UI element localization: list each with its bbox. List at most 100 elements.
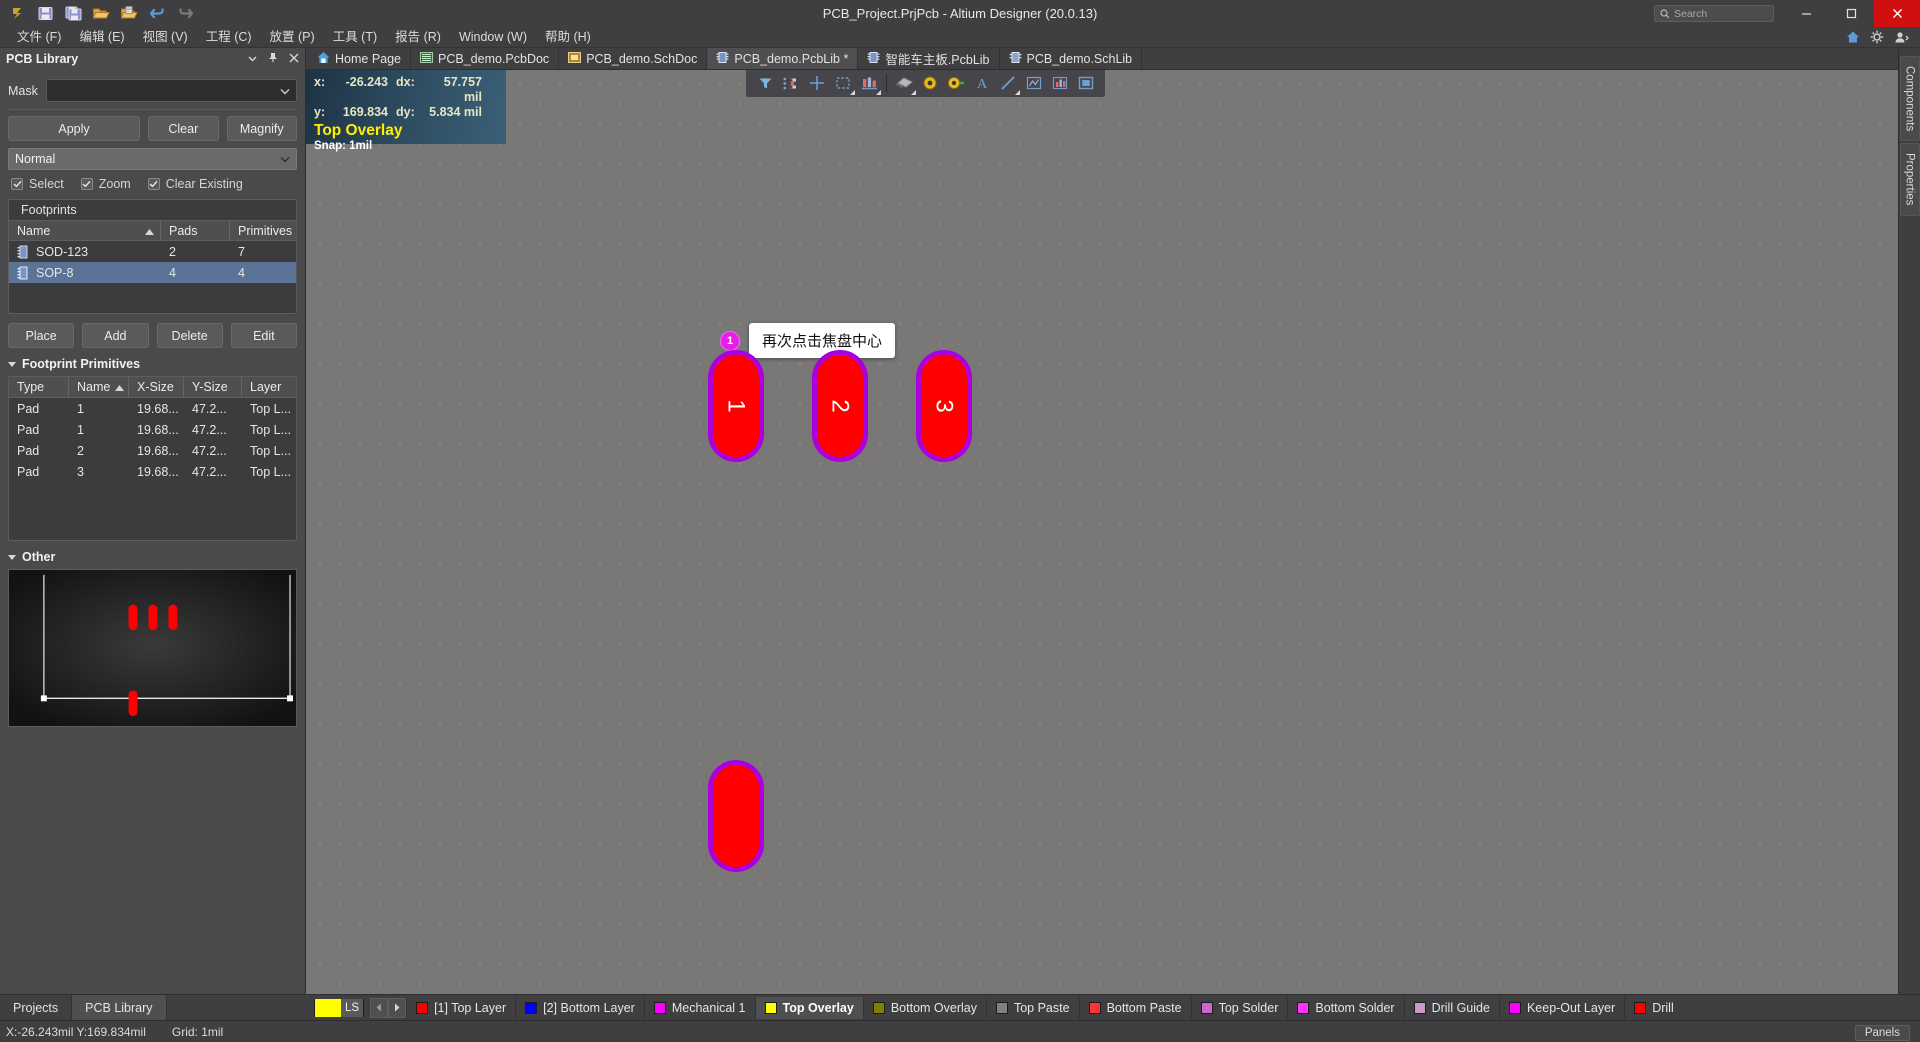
user-icon[interactable] bbox=[1894, 30, 1910, 44]
dimension-icon[interactable] bbox=[1047, 70, 1073, 96]
checkbox-select[interactable]: Select bbox=[11, 177, 64, 191]
layer-tab-drill-guide[interactable]: Drill Guide bbox=[1403, 996, 1499, 1019]
maximize-button[interactable] bbox=[1829, 0, 1874, 27]
menu-file[interactable]: 文件 (F) bbox=[8, 27, 70, 48]
add-button[interactable]: Add bbox=[82, 323, 149, 348]
col-primitives[interactable]: Primitives bbox=[238, 224, 292, 238]
apply-button[interactable]: Apply bbox=[8, 116, 141, 141]
col-type[interactable]: Type bbox=[17, 380, 44, 394]
other-section[interactable]: Other bbox=[8, 550, 297, 564]
footprint-primitives-section[interactable]: Footprint Primitives bbox=[8, 357, 297, 371]
tab-projects[interactable]: Projects bbox=[0, 995, 73, 1020]
tab-pcb-demo-pcbdoc[interactable]: PCB_demo.PcbDoc bbox=[411, 48, 560, 69]
checkbox-clear-existing[interactable]: Clear Existing bbox=[147, 177, 243, 191]
crosshair-icon[interactable] bbox=[804, 70, 830, 96]
polygon-icon[interactable] bbox=[1021, 70, 1047, 96]
snap-magnet-icon[interactable] bbox=[778, 70, 804, 96]
table-row[interactable]: SOP-8 4 4 bbox=[9, 262, 296, 283]
open-project-icon[interactable] bbox=[118, 3, 140, 25]
menu-place[interactable]: 放置 (P) bbox=[261, 27, 324, 48]
minimize-button[interactable] bbox=[1784, 0, 1829, 27]
place-button[interactable]: Place bbox=[8, 323, 75, 348]
close-icon[interactable] bbox=[289, 52, 299, 66]
tab-pcb-demo-schlib[interactable]: PCB_demo.SchLib bbox=[999, 48, 1143, 69]
altium-logo-icon[interactable] bbox=[6, 3, 28, 25]
delete-button[interactable]: Delete bbox=[156, 323, 223, 348]
pcb-pad[interactable] bbox=[708, 760, 764, 872]
layer-tab-mechanical-1[interactable]: Mechanical 1 bbox=[643, 996, 755, 1019]
edit-button[interactable]: Edit bbox=[230, 323, 297, 348]
dropdown-arrow-icon[interactable] bbox=[850, 90, 855, 95]
dropdown-arrow-icon[interactable] bbox=[876, 90, 881, 95]
via-icon[interactable] bbox=[917, 70, 943, 96]
pcb-canvas[interactable]: x: -26.243 dx: 57.757 mil y: 169.834 dy:… bbox=[306, 70, 1898, 994]
clear-button[interactable]: Clear bbox=[148, 116, 219, 141]
menu-tools[interactable]: 工具 (T) bbox=[324, 27, 386, 48]
tab-home-page[interactable]: Home Page bbox=[308, 48, 412, 69]
layer-tab-drill[interactable]: Drill bbox=[1624, 996, 1683, 1019]
table-row[interactable]: Pad 1 19.68... 47.2... Top L... bbox=[9, 419, 296, 440]
col-xsize[interactable]: X-Size bbox=[137, 380, 174, 394]
tab-pcb-library[interactable]: PCB Library bbox=[72, 995, 167, 1020]
table-row[interactable]: Pad 3 19.68... 47.2... Top L... bbox=[9, 461, 296, 482]
menu-view[interactable]: 视图 (V) bbox=[134, 27, 197, 48]
col-layer[interactable]: Layer bbox=[250, 380, 281, 394]
pcb-pad[interactable]: 1 bbox=[708, 350, 764, 462]
layer-tab-bottom-layer[interactable]: [2] Bottom Layer bbox=[515, 996, 644, 1019]
close-button[interactable] bbox=[1874, 0, 1920, 27]
col-name[interactable]: Name bbox=[77, 380, 110, 394]
menu-window[interactable]: Window (W) bbox=[450, 27, 536, 48]
undo-icon[interactable] bbox=[146, 3, 168, 25]
chevron-down-icon[interactable] bbox=[280, 152, 290, 166]
next-layer-arrow[interactable] bbox=[388, 997, 407, 1018]
home-icon[interactable] bbox=[1846, 30, 1860, 44]
magnify-button[interactable]: Magnify bbox=[226, 116, 298, 141]
layer-set-chip[interactable]: LS bbox=[314, 998, 365, 1017]
pad-icon[interactable] bbox=[943, 70, 969, 96]
col-ysize[interactable]: Y-Size bbox=[192, 380, 228, 394]
layer-tab-keep-out-layer[interactable]: Keep-Out Layer bbox=[1498, 996, 1624, 1019]
search-input[interactable]: Search bbox=[1654, 5, 1774, 22]
menu-project[interactable]: 工程 (C) bbox=[197, 27, 261, 48]
dock-tab-properties[interactable]: Properties bbox=[1899, 143, 1920, 216]
fill-icon[interactable] bbox=[1073, 70, 1099, 96]
pcb-pad[interactable]: 2 bbox=[812, 350, 868, 462]
ic-component-icon[interactable] bbox=[891, 70, 917, 96]
menu-edit[interactable]: 编辑 (E) bbox=[70, 27, 133, 48]
filter-icon[interactable] bbox=[752, 70, 778, 96]
save-icon[interactable] bbox=[34, 3, 56, 25]
dock-tab-components[interactable]: Components bbox=[1899, 56, 1920, 142]
layer-tab-bottom-overlay[interactable]: Bottom Overlay bbox=[862, 996, 986, 1019]
align-icon[interactable] bbox=[856, 70, 882, 96]
checkbox-zoom[interactable]: Zoom bbox=[80, 177, 131, 191]
col-pads[interactable]: Pads bbox=[169, 224, 198, 238]
layer-tab-top-layer[interactable]: [1] Top Layer bbox=[406, 996, 515, 1019]
table-row[interactable]: Pad 2 19.68... 47.2... Top L... bbox=[9, 440, 296, 461]
footprint-preview[interactable] bbox=[8, 569, 297, 727]
line-icon[interactable] bbox=[995, 70, 1021, 96]
chevron-down-icon[interactable] bbox=[280, 82, 290, 100]
gear-icon[interactable] bbox=[1870, 30, 1884, 44]
layer-tab-bottom-solder[interactable]: Bottom Solder bbox=[1287, 996, 1403, 1019]
tab-pcb-demo-pcblib[interactable]: PCB_demo.PcbLib * bbox=[707, 48, 859, 69]
layer-tab-top-solder[interactable]: Top Solder bbox=[1190, 996, 1288, 1019]
col-name[interactable]: Name bbox=[17, 224, 50, 238]
chevron-down-icon[interactable] bbox=[248, 52, 257, 66]
tab-pcb-demo-schdoc[interactable]: PCB_demo.SchDoc bbox=[559, 48, 708, 69]
open-icon[interactable] bbox=[90, 3, 112, 25]
tab-smartcar-mainboard-pcblib[interactable]: 智能车主板.PcbLib bbox=[858, 48, 1000, 69]
table-row[interactable]: SOD-123 2 7 bbox=[9, 241, 296, 262]
dropdown-arrow-icon[interactable] bbox=[911, 90, 916, 95]
dropdown-arrow-icon[interactable] bbox=[1015, 90, 1020, 95]
layer-tab-bottom-paste[interactable]: Bottom Paste bbox=[1078, 996, 1191, 1019]
prev-layer-arrow[interactable] bbox=[370, 997, 389, 1018]
layer-tab-top-overlay[interactable]: Top Overlay bbox=[754, 996, 863, 1019]
table-row[interactable]: Pad 1 19.68... 47.2... Top L... bbox=[9, 398, 296, 419]
menu-help[interactable]: 帮助 (H) bbox=[536, 27, 600, 48]
select-region-icon[interactable] bbox=[830, 70, 856, 96]
text-icon[interactable]: A bbox=[969, 70, 995, 96]
pin-icon[interactable] bbox=[268, 52, 278, 66]
mode-combo[interactable]: Normal bbox=[8, 148, 297, 170]
menu-reports[interactable]: 报告 (R) bbox=[386, 27, 450, 48]
layer-tab-top-paste[interactable]: Top Paste bbox=[985, 996, 1079, 1019]
